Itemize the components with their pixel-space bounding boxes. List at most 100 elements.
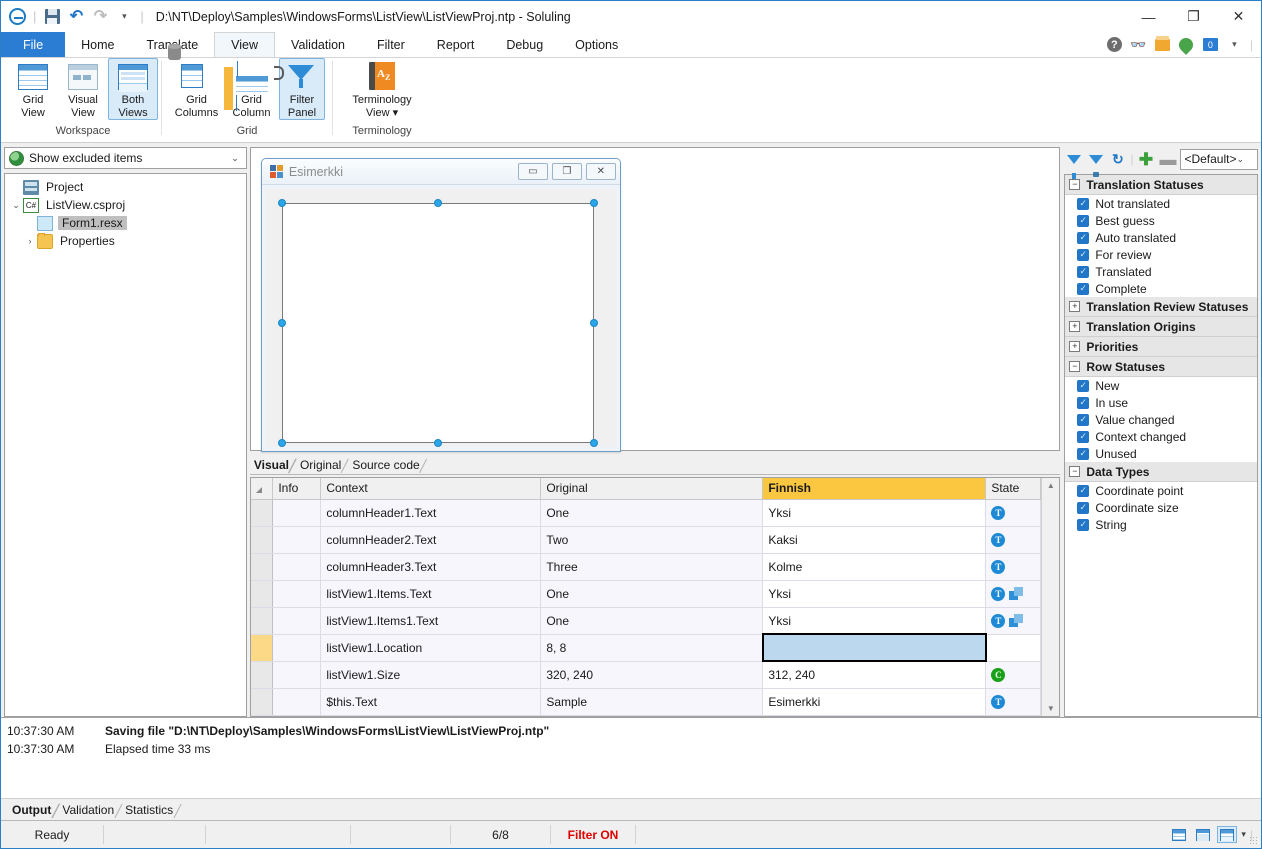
resize-handle-nw[interactable] <box>277 199 286 207</box>
maximize-button[interactable]: ❐ <box>1171 1 1216 32</box>
cell-finnish[interactable]: Yksi <box>762 607 987 635</box>
save-icon[interactable] <box>42 7 62 27</box>
table-row[interactable]: listView1.Location 8, 8 <box>250 633 1042 663</box>
checkbox-checked-icon[interactable]: ✓ <box>1077 214 1090 227</box>
tab-output[interactable]: Output ╱ <box>9 803 59 820</box>
cell-finnish-editor[interactable] <box>761 633 987 663</box>
scroll-up-icon[interactable]: ▲ <box>1047 478 1055 493</box>
cell-original[interactable]: 8, 8 <box>540 634 764 662</box>
cell-info[interactable] <box>272 499 322 527</box>
cell-info[interactable] <box>272 553 322 581</box>
cell-info[interactable] <box>272 526 322 554</box>
filter-item-complete[interactable]: ✓ Complete <box>1065 280 1257 297</box>
tree-node-csproj[interactable]: ⌄ C# ListView.csproj <box>7 196 244 214</box>
expand-icon[interactable]: + <box>1069 321 1081 332</box>
tab-options[interactable]: Options <box>559 32 634 57</box>
cell-context[interactable]: listView1.Size <box>320 661 542 689</box>
cell-info[interactable] <box>272 688 322 716</box>
tab-filter[interactable]: Filter <box>361 32 421 57</box>
tab-validation[interactable]: Validation <box>275 32 361 57</box>
visual-view-button[interactable]: Visual View <box>58 58 108 120</box>
output-pane[interactable]: 10:37:30 AM Saving file "D:\NT\Deploy\Sa… <box>1 717 1261 799</box>
table-row[interactable]: listView1.Items.Text One Yksi T <box>250 580 1042 608</box>
checkbox-checked-icon[interactable]: ✓ <box>1077 484 1090 497</box>
filter-panel-button[interactable]: Filter Panel <box>274 58 325 120</box>
checkbox-checked-icon[interactable]: ✓ <box>1077 518 1090 531</box>
resize-handle-w[interactable] <box>277 319 286 327</box>
filter-item-unused[interactable]: ✓ Unused <box>1065 445 1257 462</box>
cell-original[interactable]: 320, 240 <box>540 661 764 689</box>
box-icon[interactable] <box>1154 35 1171 53</box>
collapse-icon[interactable]: − <box>1069 179 1081 190</box>
row-selector[interactable] <box>250 499 274 527</box>
status-view-dropdown-icon[interactable]: ▾ <box>1241 829 1246 840</box>
terminology-view-button[interactable]: AZ Terminology View ▾ <box>336 58 428 120</box>
row-selector[interactable] <box>250 661 274 689</box>
table-row[interactable]: listView1.Items1.Text One Yksi T <box>250 607 1042 635</box>
table-row[interactable]: columnHeader1.Text One Yksi T <box>250 499 1042 527</box>
redo-icon[interactable]: ↷ <box>90 7 110 27</box>
checkbox-checked-icon[interactable]: ✓ <box>1077 282 1090 295</box>
table-row[interactable]: listView1.Size 320, 240 312, 240 C <box>250 661 1042 689</box>
checkbox-checked-icon[interactable]: ✓ <box>1077 501 1090 514</box>
project-tree[interactable]: Project ⌄ C# ListView.csproj Form1.resx … <box>4 173 247 717</box>
filter-group-translation-statuses[interactable]: − Translation Statuses <box>1065 175 1257 195</box>
cell-context[interactable]: columnHeader1.Text <box>320 499 542 527</box>
table-row[interactable]: columnHeader2.Text Two Kaksi T <box>250 526 1042 554</box>
refresh-icon[interactable]: ↻ <box>1108 150 1127 169</box>
cell-original[interactable]: Sample <box>540 688 764 716</box>
tree-node-project[interactable]: Project <box>7 178 244 196</box>
cell-finnish[interactable]: Yksi <box>762 499 987 527</box>
checkbox-checked-icon[interactable]: ✓ <box>1077 197 1090 210</box>
minimize-button[interactable]: — <box>1126 1 1171 32</box>
checkbox-checked-icon[interactable]: ✓ <box>1077 379 1090 392</box>
filter-list[interactable]: − Translation Statuses ✓ Not translated ✓… <box>1064 174 1258 717</box>
soluling-logo-icon[interactable] <box>7 7 27 27</box>
row-selector[interactable] <box>250 607 274 635</box>
filter-item-best-guess[interactable]: ✓ Best guess <box>1065 212 1257 229</box>
column-header-context[interactable]: Context <box>320 478 542 500</box>
cell-context[interactable]: columnHeader3.Text <box>320 553 542 581</box>
filter-item-in-use[interactable]: ✓ In use <box>1065 394 1257 411</box>
tree-expander[interactable]: ⌄ <box>9 200 23 211</box>
filter-group-row-statuses[interactable]: − Row Statuses <box>1065 357 1257 377</box>
cell-info[interactable] <box>272 607 322 635</box>
chevron-down-icon[interactable]: ▾ <box>1226 36 1243 53</box>
cell-finnish[interactable]: 312, 240 <box>762 661 987 689</box>
checkbox-checked-icon[interactable]: ✓ <box>1077 396 1090 409</box>
column-header-original[interactable]: Original <box>540 478 764 500</box>
cell-context[interactable]: listView1.Items.Text <box>320 580 542 608</box>
filter-item-translated[interactable]: ✓ Translated <box>1065 263 1257 280</box>
grid-vertical-scrollbar[interactable]: ▲ ▼ <box>1041 478 1060 716</box>
designed-form[interactable]: Esimerkki ▭ ❐ ✕ <box>260 158 621 452</box>
column-header-state[interactable]: State <box>985 478 1042 500</box>
form-close-button[interactable]: ✕ <box>585 163 616 180</box>
filter-group-priorities[interactable]: + Priorities <box>1065 337 1257 357</box>
resize-handle-n[interactable] <box>433 199 442 207</box>
resize-handle-e[interactable] <box>589 319 598 327</box>
cell-state[interactable]: C <box>985 661 1042 689</box>
cell-context[interactable]: columnHeader2.Text <box>320 526 542 554</box>
tree-node-form1-resx[interactable]: Form1.resx <box>7 214 244 232</box>
resize-handle-sw[interactable] <box>277 439 286 447</box>
cell-state[interactable]: T <box>985 580 1042 608</box>
cell-state[interactable]: T <box>985 688 1042 716</box>
form-maximize-button[interactable]: ❐ <box>551 163 582 180</box>
add-icon[interactable]: ✚ <box>1136 150 1155 169</box>
cell-finnish[interactable]: Kaksi <box>762 526 987 554</box>
chevron-down-icon[interactable]: ⌄ <box>231 153 244 164</box>
resize-handle-s[interactable] <box>433 439 442 447</box>
cell-state[interactable]: T <box>985 499 1042 527</box>
cell-original[interactable]: Three <box>540 553 764 581</box>
row-selector[interactable] <box>250 688 274 716</box>
cell-original[interactable]: One <box>540 499 764 527</box>
cell-info[interactable] <box>272 580 322 608</box>
column-header-finnish[interactable]: Finnish <box>762 478 987 500</box>
cell-finnish[interactable]: Kolme <box>762 553 987 581</box>
help-icon[interactable]: ? <box>1106 36 1123 53</box>
cell-context[interactable]: listView1.Location <box>320 634 542 662</box>
grid-columns-button[interactable]: Grid Columns <box>167 44 224 120</box>
filter-item-string[interactable]: ✓ String <box>1065 516 1257 533</box>
tab-debug[interactable]: Debug <box>490 32 559 57</box>
tab-visual[interactable]: Visual ╱ <box>250 458 296 474</box>
